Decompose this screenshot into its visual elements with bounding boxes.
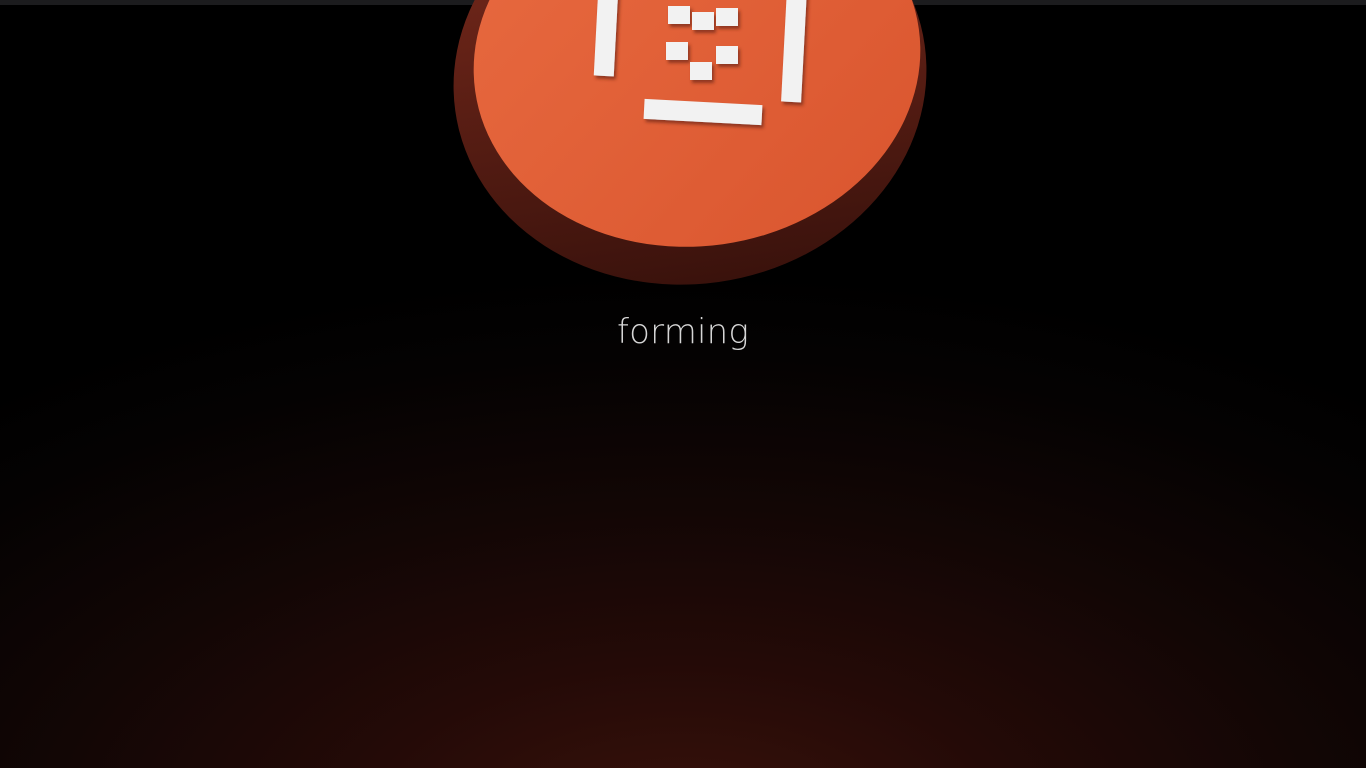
logo-coin-face [473, 0, 921, 247]
loading-screen: forming [0, 0, 1366, 768]
logo-coin [453, 0, 927, 285]
loading-status-text: forming [616, 312, 750, 352]
